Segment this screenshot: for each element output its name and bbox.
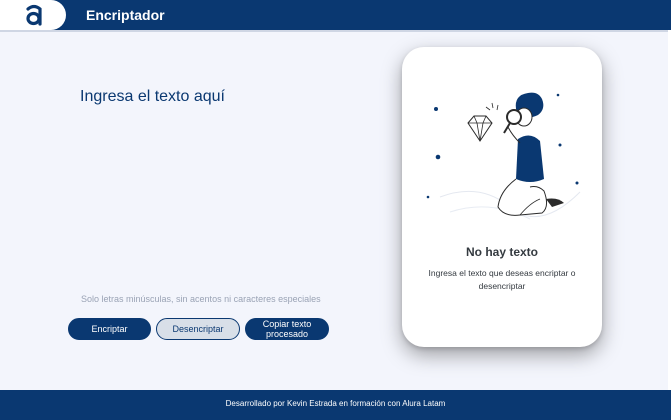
magnifier-icon [503,109,522,134]
diamond-icon [467,115,493,142]
encrypt-button[interactable]: Encriptar [68,318,151,340]
logo-container[interactable] [0,0,66,30]
alura-logo-icon [26,4,42,26]
input-hint: Solo letras minúsculas, sin acentos ni c… [81,294,321,304]
decrypt-button[interactable]: Desencriptar [156,318,240,340]
app-header: Encriptador [0,0,671,32]
app-title: Encriptador [86,7,165,23]
copy-button[interactable]: Copiar texto procesado [245,318,329,340]
output-card: No hay texto Ingresa el texto que deseas… [402,47,602,347]
footer-credit: Desarrollado por Kevin Estrada en formac… [225,399,446,408]
text-input[interactable] [80,86,370,286]
empty-state-title: No hay texto [465,245,538,259]
empty-state-message: Ingresa el texto que deseas encriptar o … [428,268,576,291]
app-footer: Desarrollado por Kevin Estrada en formac… [0,390,671,420]
person-magnifier-illustration [426,92,581,220]
